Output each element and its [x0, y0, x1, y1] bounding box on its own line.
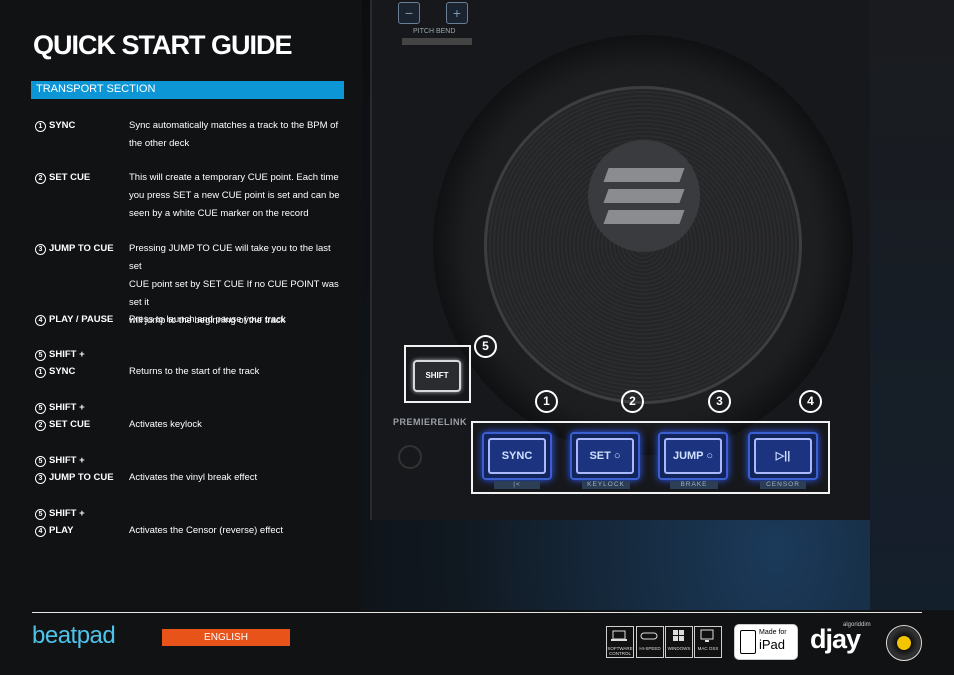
section-title: TRANSPORT SECTION	[36, 83, 156, 95]
control-name: SYNC	[49, 366, 76, 377]
shift-modifier: SHIFT +	[49, 508, 85, 519]
number-icon: 1	[35, 121, 46, 132]
hi-speed-usb-icon: HI-SPEED	[636, 626, 664, 658]
callout-4: 4	[799, 390, 822, 413]
description-line: Pressing JUMP TO CUE will take you to th…	[129, 243, 331, 272]
mixer-edge	[870, 0, 954, 610]
made-for-ipad-badge: Made for iPad	[734, 624, 798, 660]
callout-3: 3	[708, 390, 731, 413]
number-icon: 2	[35, 420, 46, 431]
pad-sub-label-1: |<	[494, 481, 540, 489]
description-line: you press SET a new CUE point is set and…	[129, 190, 340, 201]
description-line: the other deck	[129, 138, 190, 149]
footer-divider	[32, 612, 922, 613]
pitch-bend-label: PITCH BEND	[413, 28, 456, 35]
number-icon: 5	[35, 509, 46, 520]
callout-5: 5	[474, 335, 497, 358]
pitch-plus-button: +	[446, 2, 468, 24]
pitch-minus-button: −	[398, 2, 420, 24]
windows-icon: WINDOWS	[665, 626, 693, 658]
reloop-logo-icon	[588, 140, 700, 252]
control-name: SET CUE	[49, 172, 91, 183]
vinyl-record-icon	[886, 625, 922, 661]
description-line: This will create a temporary CUE point. …	[129, 172, 339, 183]
callout-2: 2	[621, 390, 644, 413]
shift-modifier: SHIFT +	[49, 349, 85, 360]
djay-logo: djay	[810, 624, 861, 654]
callout-1: 1	[535, 390, 558, 413]
description-line: Sync automatically matches a track to th…	[129, 120, 339, 131]
shift-button: SHIFT	[413, 360, 461, 392]
description-line: CUE point set by SET CUE If no CUE POINT…	[129, 279, 339, 308]
number-icon: 3	[35, 244, 46, 255]
description-line: seen by a white CUE marker on the record	[129, 208, 309, 219]
number-icon: 4	[35, 526, 46, 537]
ipad-icon	[740, 630, 756, 654]
pitch-sub-strip	[402, 38, 472, 45]
jump-cue-pad: JUMP ○	[658, 432, 728, 480]
control-name: PLAY / PAUSE	[49, 314, 114, 325]
control-name: JUMP TO CUE	[49, 243, 114, 254]
set-cue-pad: SET ○	[570, 432, 640, 480]
quick-start-page: − + PITCH BEND PREMIERELINK SHIFT 5 SYNC…	[0, 0, 954, 675]
language-badge: ENGLISH	[162, 629, 290, 646]
control-name: SET CUE	[49, 419, 91, 430]
number-icon: 2	[35, 173, 46, 184]
small-knob-icon	[398, 445, 422, 469]
page-title: QUICK START GUIDE	[33, 30, 292, 60]
pad-sub-label-3: BRAKE	[670, 481, 718, 489]
description-line: Press to launch and pause your track	[129, 314, 286, 325]
pad-sub-label-2: KEYLOCK	[582, 481, 630, 489]
number-icon: 4	[35, 315, 46, 326]
play-pause-pad: ▷||	[748, 432, 818, 480]
beatpad-logo: beatpad	[32, 622, 116, 649]
premierelink-mark: PREMIERELINK	[393, 417, 468, 427]
description-line: Activates keylock	[129, 419, 202, 430]
number-icon: 5	[35, 350, 46, 361]
pad-sub-label-4: CENSOR	[760, 481, 806, 489]
mac-osx-icon: MAC OSX	[694, 626, 722, 658]
number-icon: 1	[35, 367, 46, 378]
ipad-big-text: iPad	[759, 637, 786, 652]
number-icon: 5	[35, 403, 46, 414]
sync-pad: SYNC	[482, 432, 552, 480]
ipad-small-text: Made for	[759, 629, 787, 636]
software-control-icon: SOFTWARE CONTROL	[606, 626, 634, 658]
number-icon: 5	[35, 456, 46, 467]
section-header: TRANSPORT SECTION	[31, 81, 344, 99]
description-line: Activates the Censor (reverse) effect	[129, 525, 283, 536]
control-name: SYNC	[49, 120, 76, 131]
shift-modifier: SHIFT +	[49, 455, 85, 466]
description-line: Returns to the start of the track	[129, 366, 260, 377]
number-icon: 3	[35, 473, 46, 484]
control-name: JUMP TO CUE	[49, 472, 114, 483]
control-name: PLAY	[49, 525, 74, 536]
shift-modifier: SHIFT +	[49, 402, 85, 413]
description-line: Activates the vinyl break effect	[129, 472, 258, 483]
